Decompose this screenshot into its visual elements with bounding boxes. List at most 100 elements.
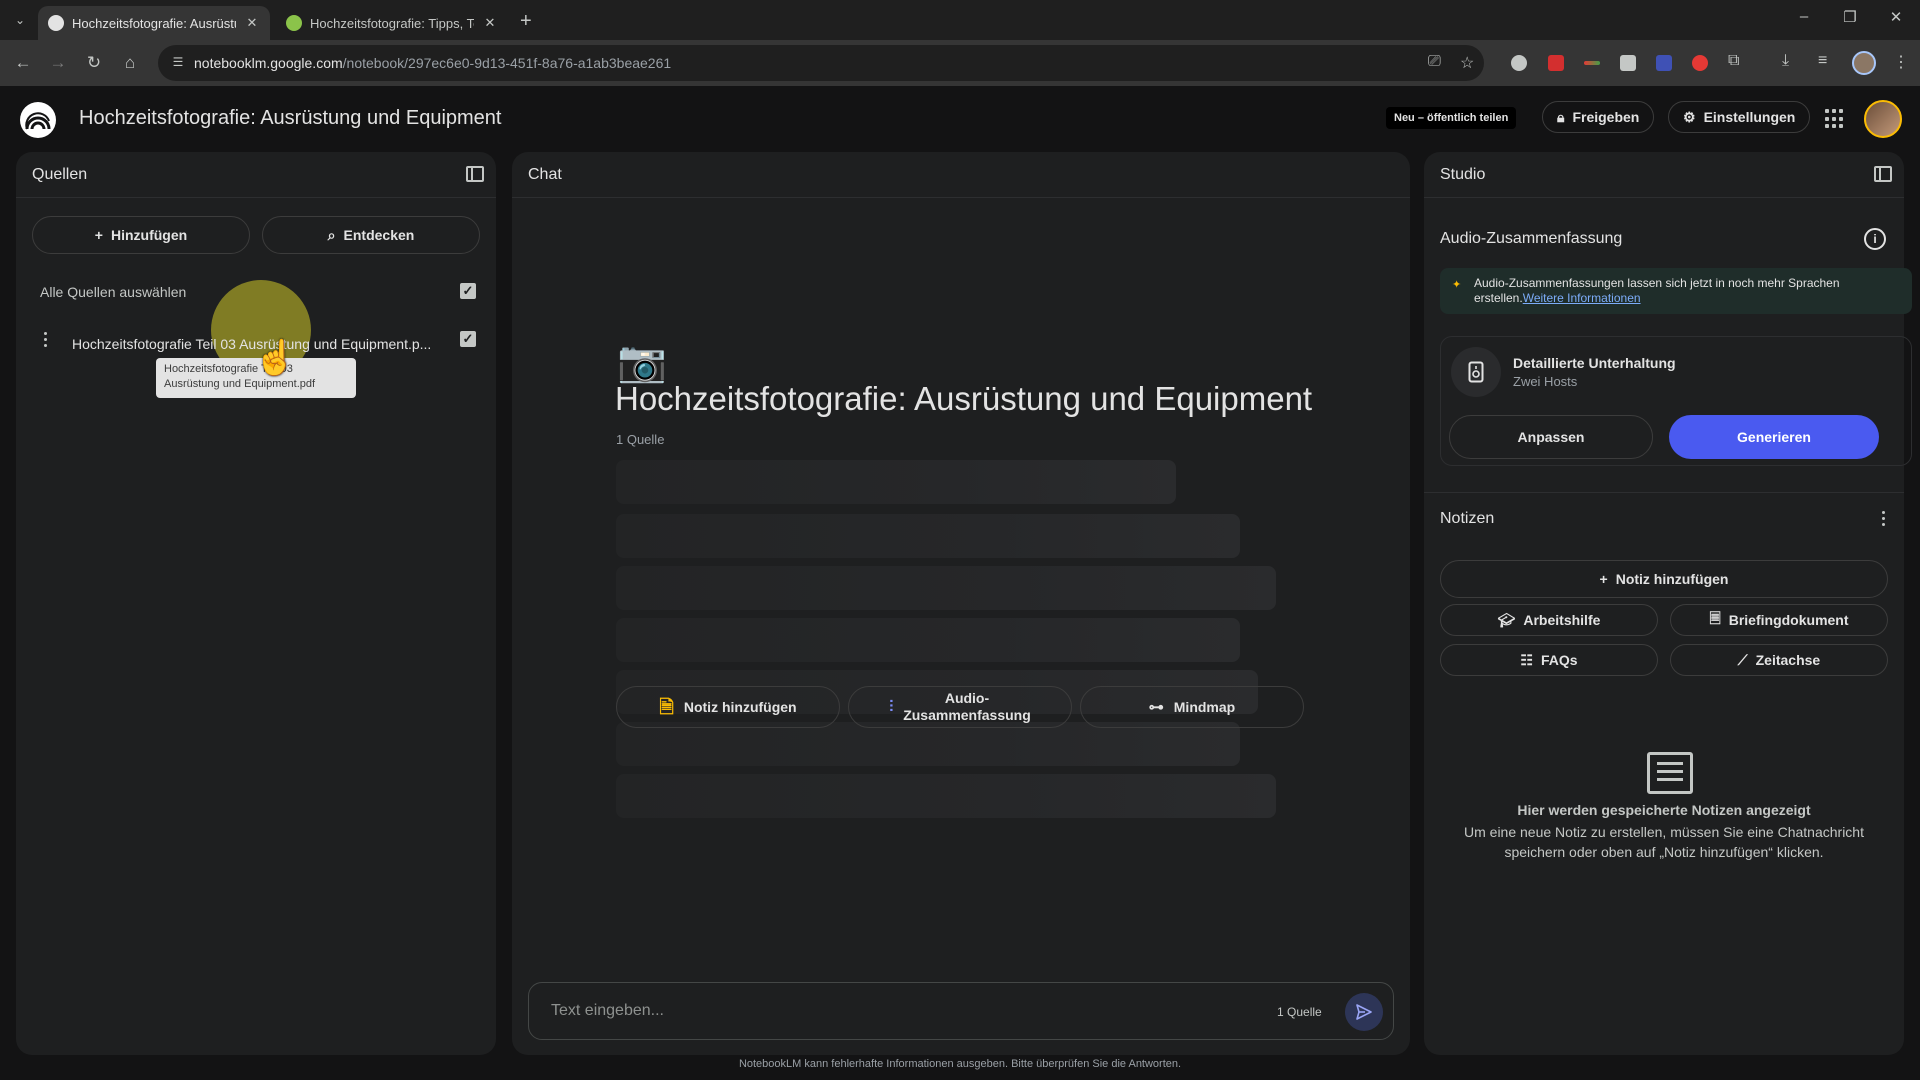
audio-summary-action-label: Audio- Zusammenfassung <box>903 690 1031 723</box>
new-feature-badge[interactable]: Neu – öffentlich teilen <box>1386 107 1517 129</box>
chat-input-box[interactable]: 1 Quelle <box>528 982 1394 1040</box>
generate-button[interactable]: Generieren <box>1669 415 1879 459</box>
bookmark-star-icon[interactable]: ☆ <box>1460 53 1474 73</box>
minimize-icon[interactable]: – <box>1794 8 1814 25</box>
browser-profile-avatar[interactable] <box>1852 51 1876 75</box>
empty-notes-description: Um eine neue Notiz zu erstellen, müssen … <box>1464 824 1864 860</box>
back-icon[interactable]: ← <box>12 52 34 74</box>
notebook-source-count: 1 Quelle <box>616 432 665 447</box>
extensions-puzzle-icon[interactable]: ⧉ <box>1728 52 1739 70</box>
extension-icon[interactable] <box>1548 55 1564 71</box>
studio-title: Studio <box>1440 166 1486 183</box>
page-title[interactable]: Hochzeitsfotografie: Ausrüstung und Equi… <box>79 107 501 130</box>
reload-icon[interactable]: ↻ <box>83 52 105 74</box>
chat-input[interactable] <box>551 999 1251 1023</box>
send-icon <box>1356 1004 1372 1020</box>
plus-icon: + <box>94 227 103 243</box>
learn-more-link[interactable]: Weitere Informationen <box>1523 291 1641 305</box>
app-header: Hochzeitsfotografie: Ausrüstung und Equi… <box>0 86 1920 152</box>
tab-title: Hochzeitsfotografie: Ausrüstun <box>72 15 236 31</box>
select-all-checkbox[interactable]: ✓ <box>460 283 476 299</box>
notes-options-icon[interactable] <box>1882 511 1886 526</box>
collapse-panel-icon[interactable] <box>1874 166 1892 182</box>
forward-icon[interactable]: → <box>47 52 69 74</box>
sources-panel: Quellen + Hinzufügen ⌕ Entdecken Alle Qu… <box>16 152 496 1055</box>
source-item-checkbox[interactable]: ✓ <box>460 331 476 347</box>
source-item-label[interactable]: Hochzeitsfotografie Teil 03 Ausrüstung u… <box>72 336 431 352</box>
home-icon[interactable]: ⌂ <box>119 52 141 74</box>
chat-panel: Chat 📷 Hochzeitsfotografie: Ausrüstung u… <box>512 152 1410 1055</box>
add-source-button[interactable]: + Hinzufügen <box>32 216 250 254</box>
tab-search-chevron-icon[interactable]: ⌄ <box>10 10 30 30</box>
add-note-label: Notiz hinzufügen <box>1615 571 1729 587</box>
timeline-button[interactable]: ⟋ Zeitachse <box>1670 644 1888 676</box>
browser-tab[interactable]: Hochzeitsfotografie: Tipps, Tech ✕ <box>276 6 508 40</box>
study-guide-label: Arbeitshilfe <box>1523 612 1601 628</box>
close-tab-icon[interactable]: ✕ <box>244 15 260 31</box>
hand-cursor-icon: ☝ <box>254 339 297 377</box>
empty-notes-icon <box>1647 752 1693 794</box>
address-bar[interactable]: ☰ notebooklm.google.com/notebook/297ec6e… <box>158 45 1484 81</box>
browser-tab-active[interactable]: Hochzeitsfotografie: Ausrüstun ✕ <box>38 6 270 40</box>
study-guide-button[interactable]: 🎓︎ Arbeitshilfe <box>1440 604 1658 636</box>
audio-overview-card: Detaillierte Unterhaltung Zwei Hosts Anp… <box>1440 336 1912 466</box>
share-label: Freigeben <box>1572 109 1640 125</box>
audio-card-title: Detaillierte Unterhaltung <box>1513 355 1676 371</box>
disclaimer-footer: NotebookLM kann fehlerhafte Informatione… <box>738 1058 1182 1070</box>
briefing-doc-label: Briefingdokument <box>1728 612 1849 628</box>
audio-summary-heading: Audio-Zusammenfassung <box>1440 230 1623 247</box>
install-app-icon[interactable]: ⎚ <box>1428 53 1441 71</box>
timeline-label: Zeitachse <box>1755 652 1821 668</box>
discover-sources-button[interactable]: ⌕ Entdecken <box>262 216 480 254</box>
select-all-label: Alle Quellen auswählen <box>40 284 187 300</box>
mindmap-action-button[interactable]: ⊶ Mindmap <box>1080 686 1304 728</box>
extension-icon[interactable] <box>1656 55 1672 71</box>
google-apps-icon[interactable] <box>1825 109 1845 129</box>
send-button[interactable] <box>1345 993 1383 1031</box>
studio-panel-header: Studio <box>1424 152 1904 198</box>
media-control-icon[interactable]: ≡ <box>1818 52 1827 70</box>
input-source-count: 1 Quelle <box>1277 1005 1322 1019</box>
site-info-icon[interactable]: ☰ <box>170 55 186 71</box>
graduation-cap-icon: 🎓︎ <box>1497 611 1516 628</box>
close-window-icon[interactable]: ✕ <box>1886 8 1906 26</box>
search-sparkle-icon: ⌕ <box>327 226 336 243</box>
source-options-icon[interactable] <box>44 332 48 347</box>
timeline-trend-icon: ⟋ <box>1737 651 1748 668</box>
loading-skeleton-line <box>616 774 1276 818</box>
share-button[interactable]: 🔒︎ Freigeben <box>1542 101 1655 133</box>
loading-skeleton-line <box>616 618 1240 662</box>
audio-card-subtitle: Zwei Hosts <box>1513 374 1578 389</box>
new-tab-icon[interactable]: + <box>520 10 532 33</box>
add-note-action-button[interactable]: 🗎 Notiz hinzufügen <box>616 686 840 728</box>
add-note-button[interactable]: + Notiz hinzufügen <box>1440 560 1888 598</box>
settings-button[interactable]: ⚙ Einstellungen <box>1668 101 1811 133</box>
plus-icon: + <box>1599 571 1608 587</box>
browser-menu-icon[interactable]: ⋮ <box>1893 52 1909 72</box>
extension-icon[interactable] <box>1620 55 1636 71</box>
user-avatar[interactable] <box>1864 100 1902 138</box>
audio-summary-action-button[interactable]: ⫶ Audio- Zusammenfassung <box>848 686 1072 728</box>
download-icon[interactable]: ⤓ <box>1782 52 1789 70</box>
gear-icon: ⚙ <box>1683 108 1696 125</box>
notebooklm-logo-icon[interactable] <box>20 102 56 138</box>
info-icon[interactable]: i <box>1864 228 1886 250</box>
extension-icon[interactable] <box>1692 55 1708 71</box>
studio-panel: Studio Audio-Zusammenfassung i ✦ Audio-Z… <box>1424 152 1912 1055</box>
extension-icon[interactable] <box>1584 61 1600 65</box>
empty-notes-title: Hier werden gespeicherte Notizen angezei… <box>1517 802 1811 818</box>
faq-button[interactable]: ☷ FAQs <box>1440 644 1658 676</box>
section-divider <box>1424 492 1904 493</box>
chat-title: Chat <box>528 166 562 183</box>
add-source-label: Hinzufügen <box>110 227 188 243</box>
extension-icon[interactable] <box>1511 55 1527 71</box>
browser-toolbar: ← → ↻ ⌂ ☰ notebooklm.google.com/notebook… <box>0 40 1920 86</box>
briefing-doc-button[interactable]: 🗏 Briefingdokument <box>1670 604 1888 636</box>
discover-label: Entdecken <box>343 227 415 243</box>
close-tab-icon[interactable]: ✕ <box>482 15 498 31</box>
collapse-panel-icon[interactable] <box>466 166 484 182</box>
customize-button[interactable]: Anpassen <box>1449 415 1653 459</box>
site-favicon-icon <box>286 15 302 31</box>
audio-file-icon <box>1451 347 1501 397</box>
restore-icon[interactable]: ❐ <box>1840 8 1860 26</box>
